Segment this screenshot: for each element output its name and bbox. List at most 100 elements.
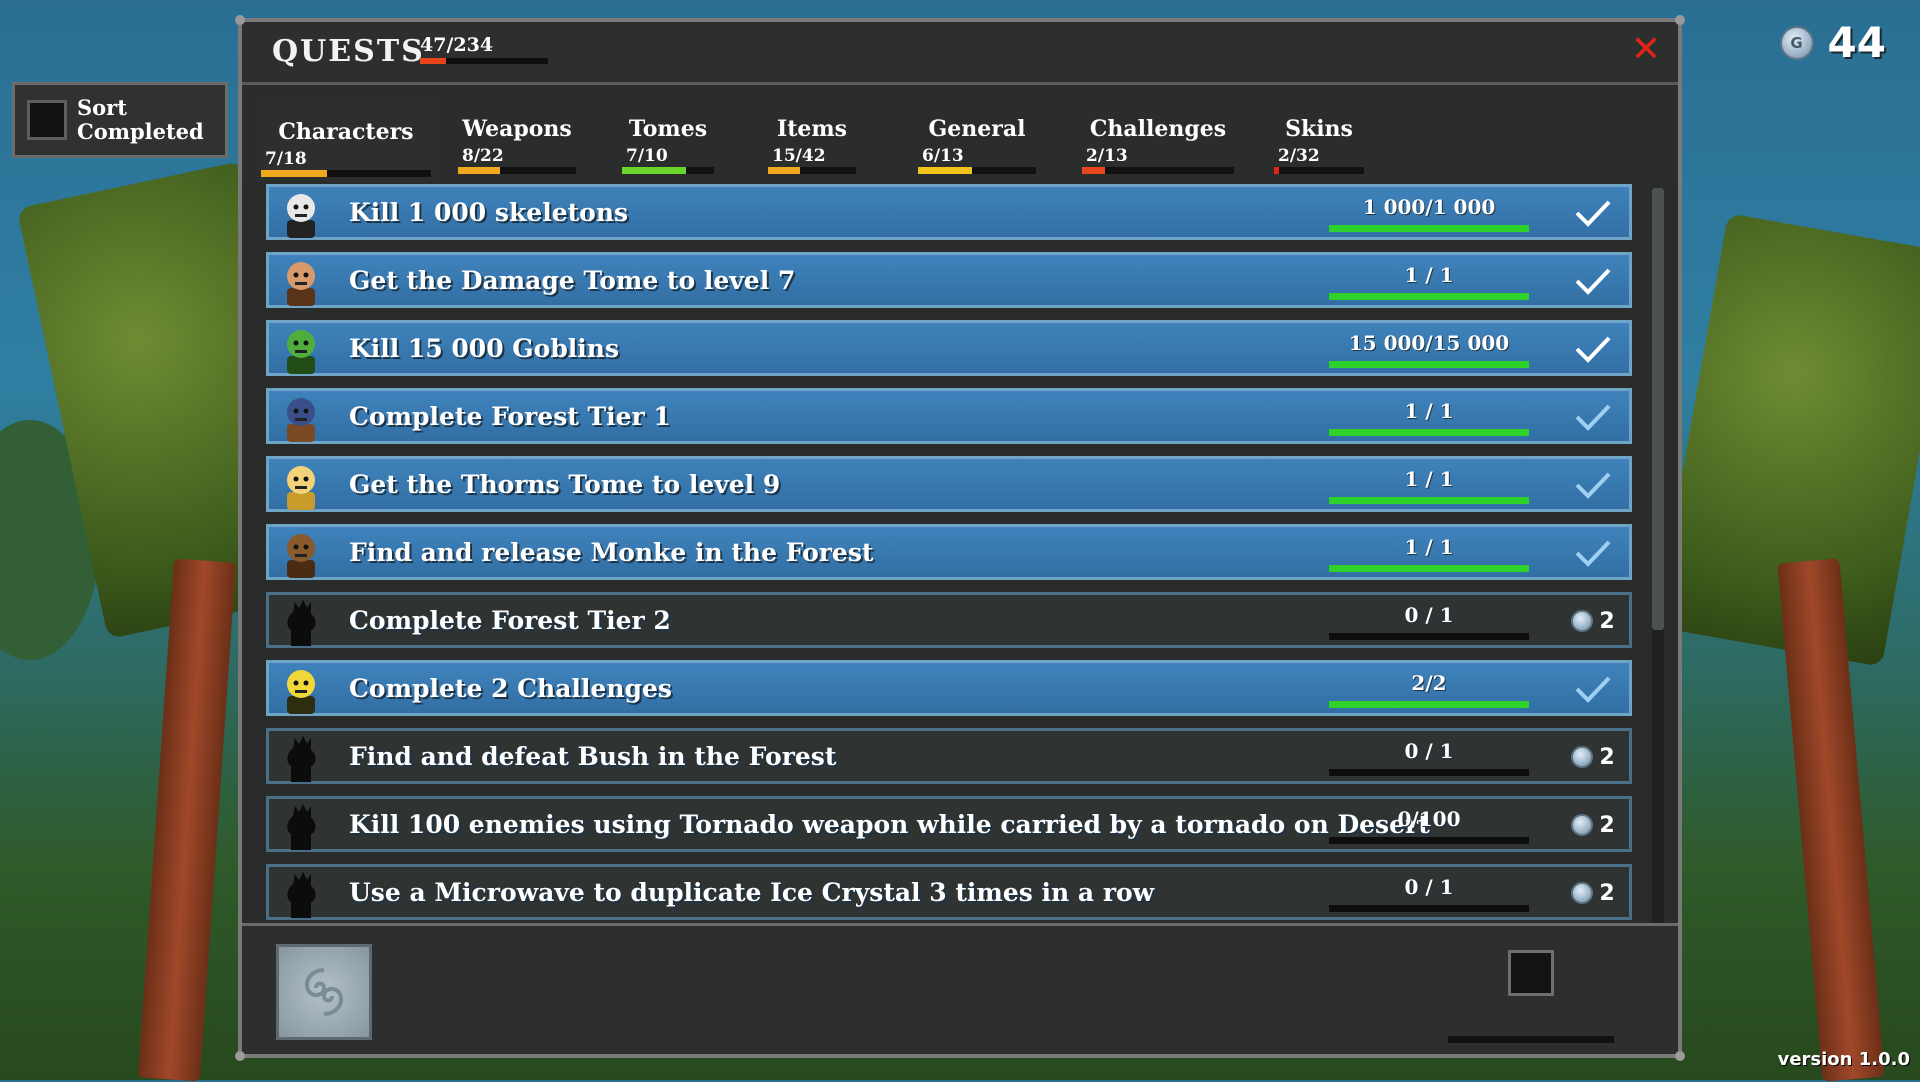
tab-weapons[interactable]: Weapons 8/22	[458, 96, 576, 180]
tab-items[interactable]: Items 15/42	[768, 96, 856, 180]
tab-label: General	[928, 116, 1026, 142]
coin-icon	[1571, 746, 1594, 768]
quest-list[interactable]: Kill 1 000 skeletons 1 000/1 000 Get the D…	[242, 184, 1678, 936]
sort-completed-checkbox[interactable]	[27, 100, 67, 140]
locked-silhouette-icon	[275, 798, 327, 850]
tab-general[interactable]: General 6/13	[918, 96, 1036, 180]
quest-row[interactable]: Get the Damage Tome to level 71 / 1	[266, 252, 1632, 308]
total-progress-fill	[420, 58, 446, 64]
quest-progress-text: 0 / 1	[1404, 739, 1454, 763]
version-label: version 1.0.0	[1777, 1049, 1910, 1070]
quest-progress-bar	[1329, 905, 1529, 912]
checkmark-icon	[1569, 263, 1617, 299]
tab-challenges[interactable]: Challenges 2/13	[1082, 96, 1234, 180]
tab-progress-fill	[458, 167, 501, 174]
footer-progress-bar	[1448, 1036, 1614, 1043]
quest-progress: 1 / 1	[1329, 399, 1529, 436]
coin-icon	[1571, 882, 1594, 904]
quest-row[interactable]: Use a Microwave to duplicate Ice Crystal…	[266, 864, 1632, 920]
hooded-figure-portrait-icon	[275, 662, 327, 714]
page-title: QUESTS	[272, 34, 425, 69]
quest-progress: 15 000/15 000	[1329, 331, 1529, 368]
close-icon[interactable]: ✕	[1630, 32, 1662, 68]
quest-row[interactable]: Find and release Monke in the Forest 1 / …	[266, 524, 1632, 580]
quest-reward-value: 2	[1599, 880, 1615, 906]
checkmark-icon	[1569, 535, 1617, 571]
quest-reward: 2	[1569, 603, 1617, 639]
quest-reward: 2	[1569, 739, 1617, 775]
panel-footer	[242, 923, 1678, 1054]
panel-corner	[235, 15, 245, 25]
quest-progress-fill	[1329, 225, 1529, 232]
quest-progress-text: 2/2	[1411, 671, 1447, 695]
tab-progress-bar	[458, 167, 576, 174]
quest-progress-bar	[1329, 361, 1529, 368]
tab-label: Tomes	[628, 116, 708, 142]
quest-list-scrollbar[interactable]	[1652, 188, 1664, 932]
tab-tomes[interactable]: Tomes 7/10	[622, 96, 714, 180]
quest-row[interactable]: Complete Forest Tier 20 / 12	[266, 592, 1632, 648]
quest-progress-fill	[1329, 497, 1529, 504]
bearded-man-portrait-icon	[275, 254, 327, 306]
quest-row[interactable]: Kill 100 enemies using Tornado weapon wh…	[266, 796, 1632, 852]
tab-label: Challenges	[1089, 116, 1227, 142]
quest-progress-text: 0/100	[1397, 807, 1461, 831]
locked-silhouette-icon	[275, 594, 327, 646]
coin-icon: G	[1779, 25, 1814, 60]
tab-progress-bar	[918, 167, 1036, 174]
quest-progress-text: 0 / 1	[1404, 603, 1454, 627]
tab-characters[interactable]: Characters 7/18	[258, 96, 434, 180]
panel-corner	[1675, 1051, 1685, 1061]
quest-progress-text: 1 / 1	[1404, 399, 1454, 423]
quest-progress: 1 / 1	[1329, 535, 1529, 572]
currency-display: G 44	[1779, 18, 1886, 67]
quest-progress-bar	[1329, 497, 1529, 504]
tab-count: 2/13	[1086, 146, 1128, 166]
quest-reward: 2	[1569, 807, 1617, 843]
reward-preview-icon	[276, 944, 372, 1040]
quest-row[interactable]: Kill 1 000 skeletons 1 000/1 000	[266, 184, 1632, 240]
coin-icon	[1571, 610, 1594, 632]
monkey-portrait-icon	[275, 526, 327, 578]
quest-progress-fill	[1329, 429, 1529, 436]
tab-label: Weapons	[462, 116, 572, 142]
checkmark-icon	[1569, 195, 1617, 231]
quest-progress-bar	[1329, 293, 1529, 300]
quest-row[interactable]: Find and defeat Bush in the Forest 0 / 12	[266, 728, 1632, 784]
panel-corner	[235, 1051, 245, 1061]
background-tree-left-trunk	[137, 558, 237, 1082]
tab-count: 2/32	[1278, 146, 1320, 166]
total-progress-bar	[420, 58, 548, 64]
checkmark-icon	[1569, 467, 1617, 503]
quest-progress-bar	[1329, 837, 1529, 844]
quest-progress-text: 1 / 1	[1404, 467, 1454, 491]
locked-silhouette-icon	[275, 866, 327, 918]
quest-row[interactable]: Complete Forest Tier 11 / 1	[266, 388, 1632, 444]
quest-progress-bar	[1329, 565, 1529, 572]
quest-progress-bar	[1329, 769, 1529, 776]
quest-progress-text: 15 000/15 000	[1348, 331, 1510, 355]
goblin-portrait-icon	[275, 322, 327, 374]
locked-silhouette-icon	[275, 730, 327, 782]
quest-reward-value: 2	[1599, 812, 1615, 838]
quest-row[interactable]: Get the Thorns Tome to level 91 / 1	[266, 456, 1632, 512]
currency-value: 44	[1827, 18, 1886, 67]
scrollbar-thumb[interactable]	[1652, 188, 1664, 630]
sort-completed-toggle[interactable]: Sort Completed	[12, 82, 228, 158]
tab-progress-fill	[622, 167, 687, 174]
quest-row[interactable]: Kill 15 000 Goblins 15 000/15 000	[266, 320, 1632, 376]
tab-skins[interactable]: Skins 2/32	[1274, 96, 1364, 180]
quest-row[interactable]: Complete 2 Challenges 2/2	[266, 660, 1632, 716]
quest-reward-value: 2	[1599, 608, 1615, 634]
tab-progress-bar	[1082, 167, 1234, 174]
sort-completed-label: Sort Completed	[77, 95, 204, 144]
quest-progress-bar	[1329, 225, 1529, 232]
tab-progress-fill	[261, 170, 328, 177]
footer-slot-icon[interactable]	[1508, 950, 1554, 996]
tab-progress-bar	[261, 170, 431, 177]
tab-progress-bar	[622, 167, 714, 174]
quest-progress-bar	[1329, 701, 1529, 708]
panel-corner	[1675, 15, 1685, 25]
quest-progress-text: 1 000/1 000	[1362, 195, 1496, 219]
quest-progress-fill	[1329, 565, 1529, 572]
